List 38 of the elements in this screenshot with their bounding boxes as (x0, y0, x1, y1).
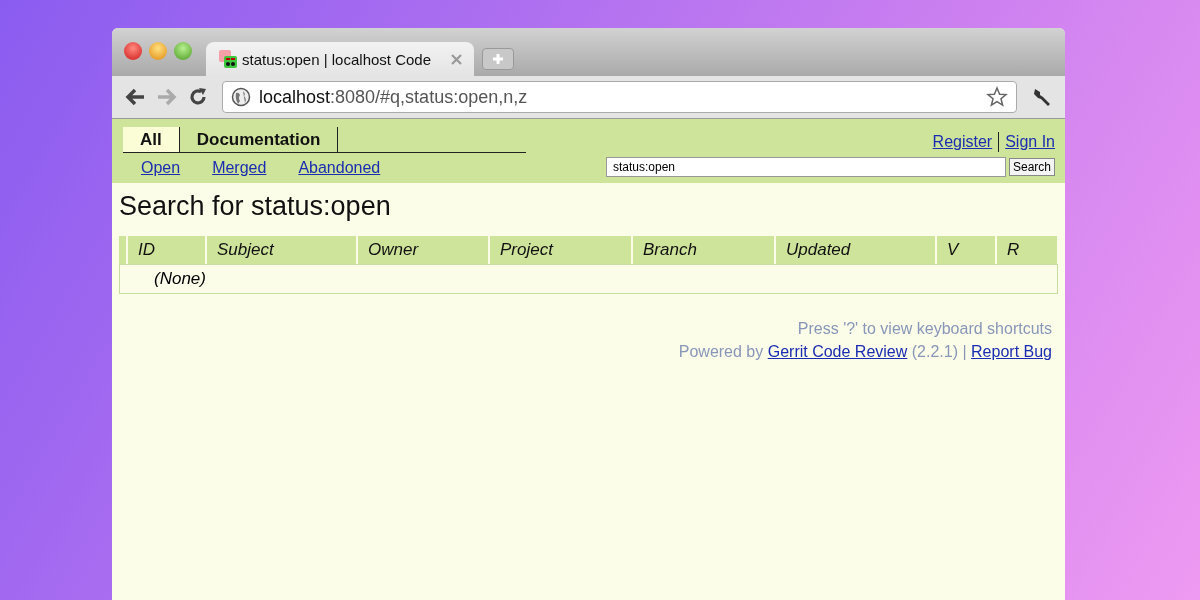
footer-text: Powered by Gerrit Code Review (2.2.1) | Report Bug (678, 343, 1052, 361)
filter-link[interactable]: Abandoned (298, 159, 381, 177)
column-header: Updated (776, 236, 935, 264)
filter-link[interactable]: Open (141, 159, 181, 177)
shortcuts-hint: Press '?' to view keyboard shortcuts (797, 320, 1052, 338)
column-header: R (997, 236, 1057, 264)
column-header: ID (128, 236, 205, 264)
close-icon[interactable] (451, 53, 462, 65)
browser-tab[interactable]: status:open | localhost Code (206, 42, 474, 76)
column-header: Owner (358, 236, 488, 264)
wrench-icon[interactable] (1031, 86, 1053, 108)
zoom-window-button[interactable] (174, 42, 192, 60)
new-tab-button[interactable] (482, 48, 514, 70)
back-icon[interactable] (124, 87, 146, 107)
favicon-icon (218, 49, 238, 69)
column-header: Branch (633, 236, 774, 264)
close-window-button[interactable] (124, 42, 142, 60)
column-header: Project (490, 236, 631, 264)
empty-message: (None) (154, 269, 206, 289)
reload-icon[interactable] (188, 87, 208, 107)
register-link[interactable]: Register (932, 133, 993, 151)
address-bar[interactable]: localhost:8080/#q,status:open,n,z (222, 81, 1017, 113)
search-field[interactable]: status:open (605, 157, 1006, 177)
nav-tab[interactable]: All (123, 127, 180, 152)
plus-icon (492, 53, 504, 65)
page-heading: Search for status:open (119, 191, 392, 222)
nav-tab[interactable]: Documentation (179, 127, 339, 152)
product-link[interactable]: Gerrit Code Review (767, 343, 908, 360)
report-bug-link[interactable]: Report Bug (971, 343, 1052, 360)
filter-link[interactable]: Merged (212, 159, 267, 177)
column-header: V (937, 236, 995, 264)
search-button[interactable]: Search (1008, 158, 1055, 176)
globe-icon (231, 87, 251, 107)
star-icon[interactable] (986, 86, 1008, 108)
column-header: Subject (207, 236, 356, 264)
forward-icon[interactable] (156, 87, 178, 107)
minimize-window-button[interactable] (149, 42, 167, 60)
sign-in-link[interactable]: Sign In (1005, 133, 1055, 151)
